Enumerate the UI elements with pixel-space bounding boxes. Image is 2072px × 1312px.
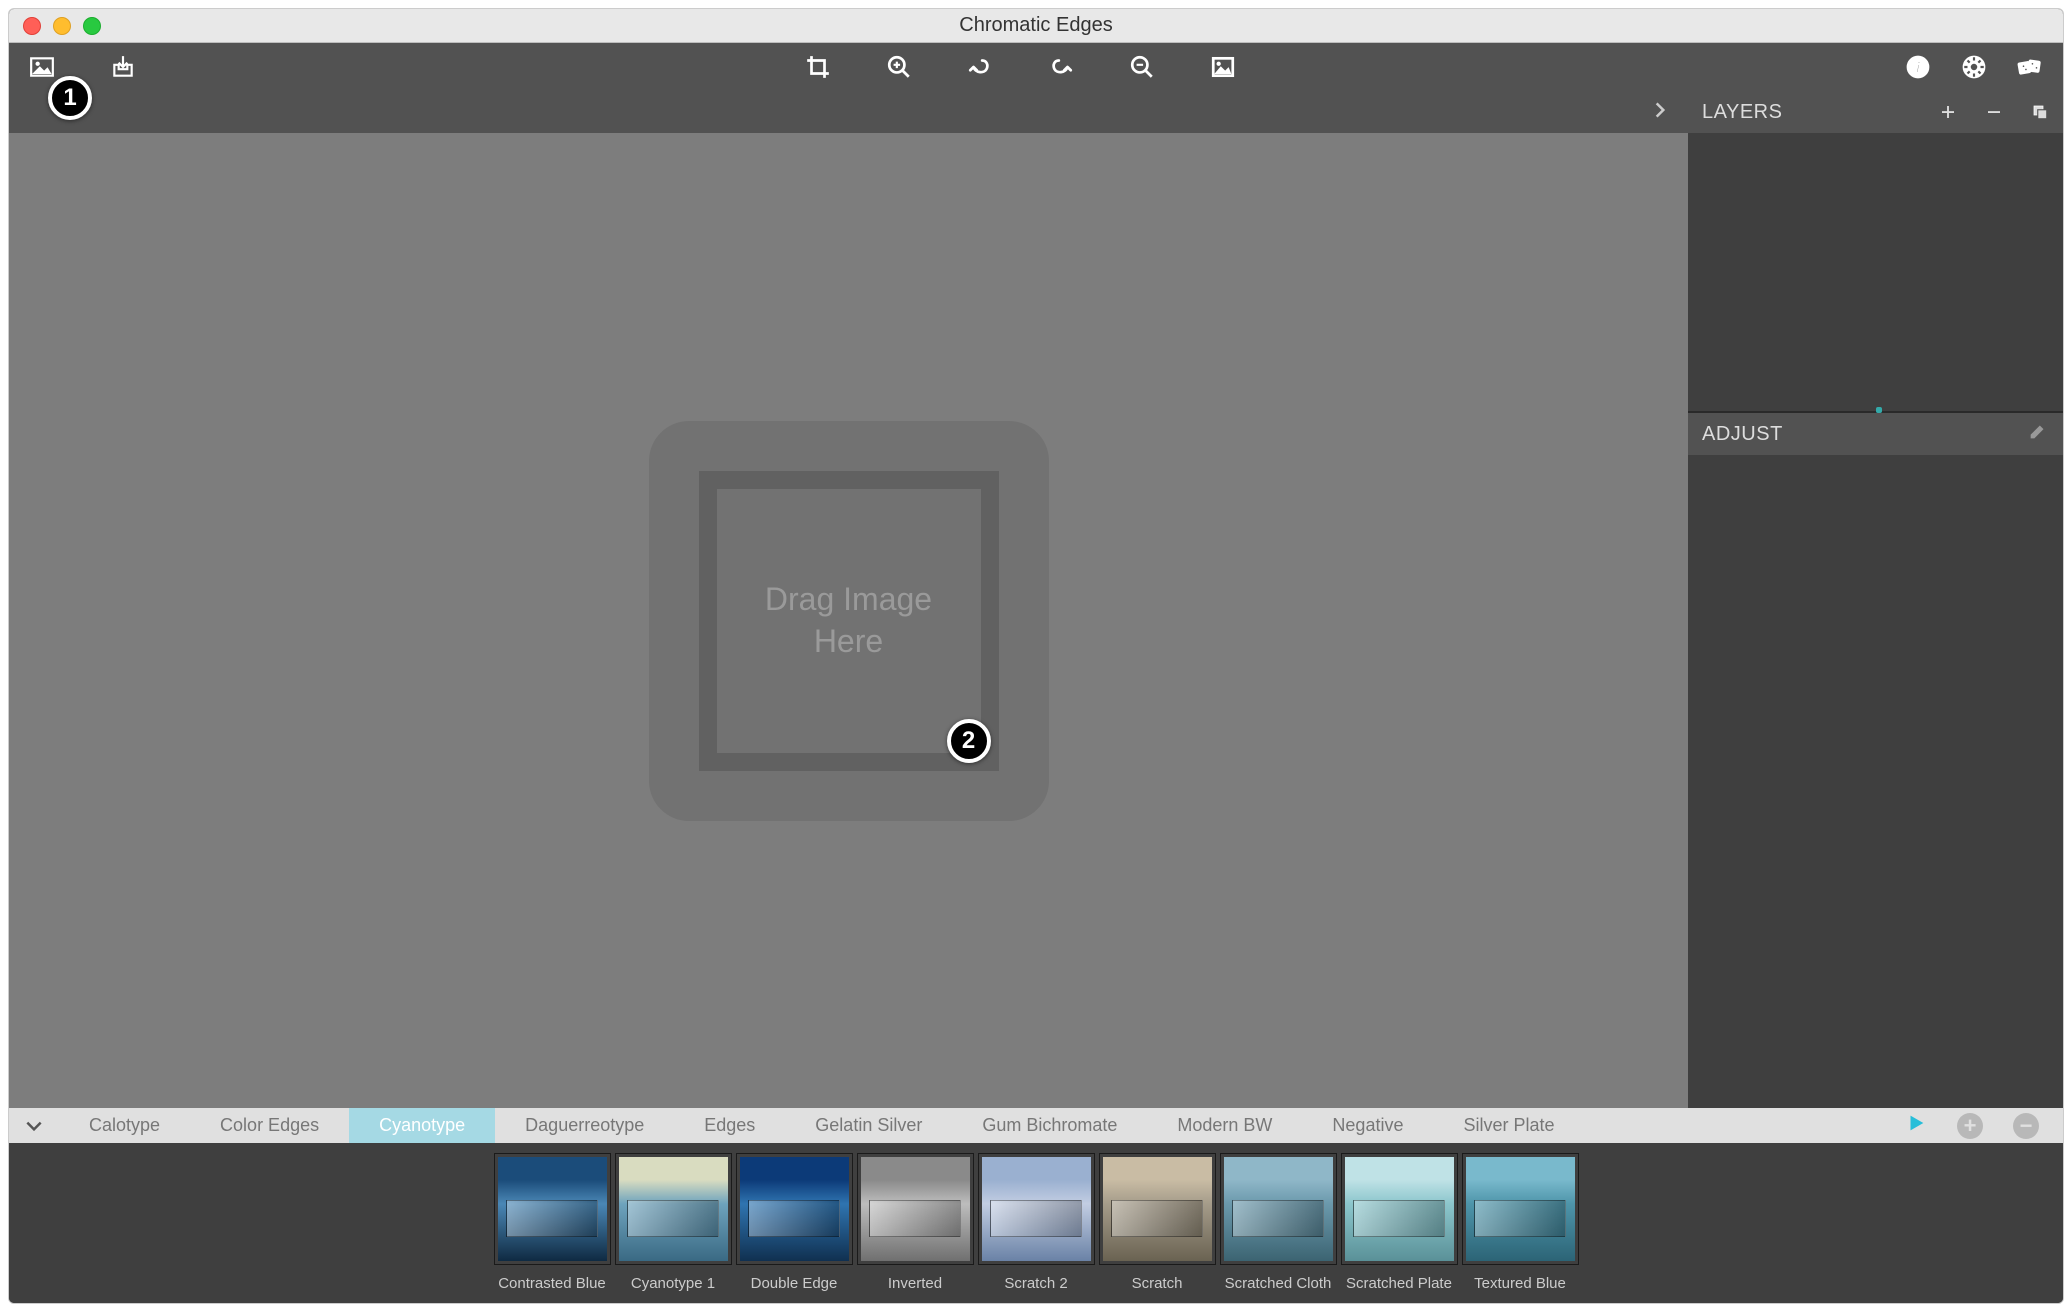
category-bar: CalotypeColor EdgesCyanotypeDaguerreotyp…	[9, 1108, 2063, 1143]
fit-image-button[interactable]	[1210, 54, 1236, 80]
category-item[interactable]: Daguerreotype	[495, 1108, 674, 1143]
adjust-panel-header[interactable]: ADJUST	[1688, 413, 2063, 455]
preset-label: Textured Blue	[1474, 1275, 1566, 1292]
add-layer-button[interactable]	[1939, 103, 1957, 121]
category-item[interactable]: Cyanotype	[349, 1108, 495, 1143]
save-button[interactable]	[110, 54, 136, 80]
toolbar: i	[9, 43, 2063, 91]
toolbar-left	[29, 54, 136, 80]
preset-thumbnail	[1462, 1153, 1579, 1265]
preset-label: Scratch	[1132, 1275, 1183, 1292]
category-controls: + −	[1881, 1108, 2063, 1143]
category-item[interactable]: Modern BW	[1147, 1108, 1302, 1143]
toolbar-right: i	[1905, 54, 2043, 80]
category-item[interactable]: Edges	[674, 1108, 785, 1143]
preset-thumbnail	[1099, 1153, 1216, 1265]
category-item[interactable]: Negative	[1302, 1108, 1433, 1143]
settings-button[interactable]	[1961, 54, 1987, 80]
app-window: Chromatic Edges	[8, 8, 2064, 1304]
chevron-right-icon	[1650, 100, 1670, 125]
drop-text-line1: Drag Image	[765, 581, 932, 617]
zoom-out-button[interactable]	[1129, 54, 1155, 80]
preset-label: Scratched Cloth	[1225, 1275, 1332, 1292]
badge-2: 2	[947, 719, 991, 763]
strip-remove-button[interactable]: −	[2013, 1113, 2039, 1139]
preset-thumbnail	[857, 1153, 974, 1265]
adjust-paint-icon[interactable]	[2027, 420, 2049, 448]
layers-panel-header[interactable]: LAYERS	[1688, 91, 2063, 133]
preset-thumbnail	[494, 1153, 611, 1265]
preset-label: Scratched Plate	[1346, 1275, 1452, 1292]
drop-text-line2: Here	[814, 623, 883, 659]
preset-item[interactable]: Contrasted Blue	[494, 1153, 611, 1292]
preset-item[interactable]: Scratched Cloth	[1220, 1153, 1337, 1292]
badge-1: 1	[48, 76, 92, 120]
preset-thumbnail	[736, 1153, 853, 1265]
duplicate-layer-button[interactable]	[2031, 103, 2049, 121]
window-title: Chromatic Edges	[9, 14, 2063, 37]
svg-text:i: i	[1916, 57, 1921, 76]
canvas-area[interactable]: Drag Image Here 2	[9, 133, 1688, 1108]
layers-panel-body	[1688, 133, 2063, 413]
preset-item[interactable]: Double Edge	[736, 1153, 853, 1292]
preset-label: Contrasted Blue	[498, 1275, 606, 1292]
adjust-panel-body	[1688, 455, 2063, 1108]
category-collapse-button[interactable]	[9, 1108, 59, 1143]
category-item[interactable]: Gum Bichromate	[952, 1108, 1147, 1143]
randomize-button[interactable]	[2017, 54, 2043, 80]
drop-zone[interactable]: Drag Image Here 2	[649, 421, 1049, 821]
remove-layer-button[interactable]	[1985, 103, 2003, 121]
zoom-in-button[interactable]	[886, 54, 912, 80]
adjust-panel-title: ADJUST	[1702, 423, 1783, 446]
preset-item[interactable]: Scratched Plate	[1341, 1153, 1458, 1292]
preset-thumbnail	[1220, 1153, 1337, 1265]
info-button[interactable]: i	[1905, 54, 1931, 80]
preset-item[interactable]: Textured Blue	[1462, 1153, 1579, 1292]
redo-button[interactable]	[1048, 54, 1074, 80]
canvas-column: Drag Image Here 2	[9, 91, 1688, 1108]
preset-item[interactable]: Cyanotype 1	[615, 1153, 732, 1292]
play-button[interactable]	[1905, 1112, 1927, 1139]
layers-actions	[1939, 103, 2049, 121]
category-item[interactable]: Calotype	[59, 1108, 190, 1143]
preset-strip: Contrasted Blue Cyanotype 1 Double Edge Inv…	[9, 1143, 2063, 1303]
crop-button[interactable]	[805, 54, 831, 80]
preset-thumbnail	[615, 1153, 732, 1265]
preset-item[interactable]: Scratch	[1099, 1153, 1216, 1292]
category-item[interactable]: Color Edges	[190, 1108, 349, 1143]
sidebar-collapse-bar[interactable]	[9, 91, 1688, 133]
open-image-button[interactable]	[29, 54, 55, 80]
preset-thumbnail	[1341, 1153, 1458, 1265]
category-list: CalotypeColor EdgesCyanotypeDaguerreotyp…	[59, 1108, 1585, 1143]
category-item[interactable]: Gelatin Silver	[785, 1108, 952, 1143]
sidebar: LAYERS ADJUST	[1688, 91, 2063, 1108]
preset-thumbnail	[978, 1153, 1095, 1265]
drop-zone-text: Drag Image Here	[765, 579, 932, 662]
preset-item[interactable]: Scratch 2	[978, 1153, 1095, 1292]
preset-label: Inverted	[888, 1275, 942, 1292]
layers-panel-title: LAYERS	[1702, 101, 1782, 124]
preset-item[interactable]: Inverted	[857, 1153, 974, 1292]
preset-label: Scratch 2	[1004, 1275, 1067, 1292]
preset-label: Double Edge	[751, 1275, 838, 1292]
toolbar-center	[805, 54, 1236, 80]
category-item[interactable]: Silver Plate	[1433, 1108, 1584, 1143]
title-bar: Chromatic Edges	[9, 9, 2063, 43]
strip-add-button[interactable]: +	[1957, 1113, 1983, 1139]
preset-label: Cyanotype 1	[631, 1275, 715, 1292]
adjust-actions	[2027, 420, 2049, 448]
undo-button[interactable]	[967, 54, 993, 80]
main-row: Drag Image Here 2 LAYERS ADJUS	[9, 91, 2063, 1108]
